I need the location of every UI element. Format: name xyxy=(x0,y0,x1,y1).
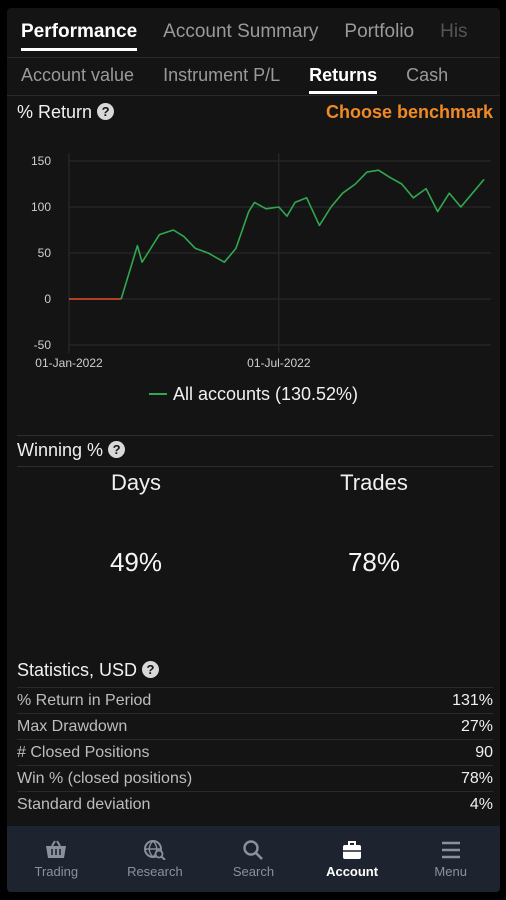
help-icon[interactable]: ? xyxy=(108,441,126,458)
stats-row-value: 4% xyxy=(469,796,493,813)
stats-row-label: % Return in Period xyxy=(17,692,152,709)
stats-row: Max Drawdown 27% xyxy=(17,713,493,740)
section-divider xyxy=(17,466,493,467)
stats-row-value: 131% xyxy=(452,692,493,709)
return-section-title: % Return? xyxy=(17,102,115,123)
nav-search[interactable]: Search xyxy=(204,826,303,892)
bottom-navigation: Trading Research Search Account Menu xyxy=(7,826,500,892)
globe-search-icon xyxy=(143,839,166,860)
trades-label: Trades xyxy=(340,470,408,495)
stats-row-label: Standard deviation xyxy=(17,796,151,813)
nav-trading[interactable]: Trading xyxy=(7,826,106,892)
legend-swatch xyxy=(148,393,167,395)
tab-returns[interactable]: Returns xyxy=(309,58,378,96)
nav-research[interactable]: Research xyxy=(106,826,205,892)
stats-row: # Closed Positions 90 xyxy=(17,739,493,766)
nav-menu[interactable]: Menu xyxy=(401,826,500,892)
nav-label: Trading xyxy=(34,863,79,879)
tab-cash[interactable]: Cash xyxy=(406,58,448,96)
tab-portfolio[interactable]: Portfolio xyxy=(344,8,414,43)
hamburger-icon xyxy=(441,841,460,858)
sub-tab-divider xyxy=(7,95,500,96)
stats-row-label: # Closed Positions xyxy=(17,744,150,761)
briefcase-icon xyxy=(343,840,362,859)
winning-days: Days 49% xyxy=(36,470,236,578)
sub-tab-bar: Account value Instrument P/L Returns Cas… xyxy=(7,58,500,96)
chart-legend: All accounts (130.52%) xyxy=(7,384,500,405)
stats-row-label: Max Drawdown xyxy=(17,718,128,735)
basket-icon xyxy=(46,839,67,858)
nav-label: Menu xyxy=(434,863,467,879)
tab-account-summary[interactable]: Account Summary xyxy=(163,8,318,43)
winning-trades: Trades 78% xyxy=(274,470,474,578)
tab-performance[interactable]: Performance xyxy=(21,8,138,51)
stats-row: Win % (closed positions) 78% xyxy=(17,765,493,792)
help-icon[interactable]: ? xyxy=(97,103,115,120)
tab-account-value[interactable]: Account value xyxy=(21,58,134,96)
trades-value: 78% xyxy=(347,547,401,577)
days-value: 49% xyxy=(109,547,163,577)
app-frame: Performance Account Summary Portfolio Hi… xyxy=(7,8,500,892)
y-tick-label: 0 xyxy=(44,292,51,306)
stats-section-title: Statistics, USD? xyxy=(17,660,160,681)
help-icon[interactable]: ? xyxy=(142,661,160,678)
stats-row: % Return in Period 131% xyxy=(17,687,493,714)
return-title: % Return xyxy=(17,102,93,122)
x-tick-label: 01-Jan-2022 xyxy=(35,356,103,370)
search-icon xyxy=(243,839,264,860)
stats-row-value: 27% xyxy=(460,718,493,735)
x-tick-label: 01-Jul-2022 xyxy=(247,356,311,370)
y-tick-label: 50 xyxy=(38,246,52,260)
section-divider xyxy=(17,435,493,436)
stats-row-label: Win % (closed positions) xyxy=(17,770,193,787)
winning-section-title: Winning %? xyxy=(17,440,126,461)
nav-label: Account xyxy=(326,863,379,879)
nav-label: Research xyxy=(127,863,183,879)
tab-history[interactable]: His xyxy=(440,8,467,43)
days-label: Days xyxy=(110,470,162,495)
stats-title: Statistics, USD xyxy=(17,660,138,680)
stats-row: Standard deviation 4% xyxy=(17,791,493,818)
tab-instrument-pl[interactable]: Instrument P/L xyxy=(163,58,280,96)
y-tick-label: 100 xyxy=(31,200,51,214)
stats-row-value: 90 xyxy=(475,744,493,761)
top-tab-bar: Performance Account Summary Portfolio Hi… xyxy=(7,8,500,58)
series-line xyxy=(120,169,485,300)
legend-label: All accounts (130.52%) xyxy=(172,384,359,404)
nav-account[interactable]: Account xyxy=(303,826,402,892)
nav-label: Search xyxy=(232,863,275,879)
winning-title: Winning % xyxy=(17,440,104,460)
y-tick-label: -50 xyxy=(34,338,52,352)
stats-row-value: 78% xyxy=(460,770,493,787)
choose-benchmark-link[interactable]: Choose benchmark xyxy=(326,102,493,123)
y-tick-label: 150 xyxy=(31,154,51,168)
return-line-chart: 150 100 50 0 -50 01-Jan-2022 01-Jul-2022 xyxy=(31,153,491,370)
